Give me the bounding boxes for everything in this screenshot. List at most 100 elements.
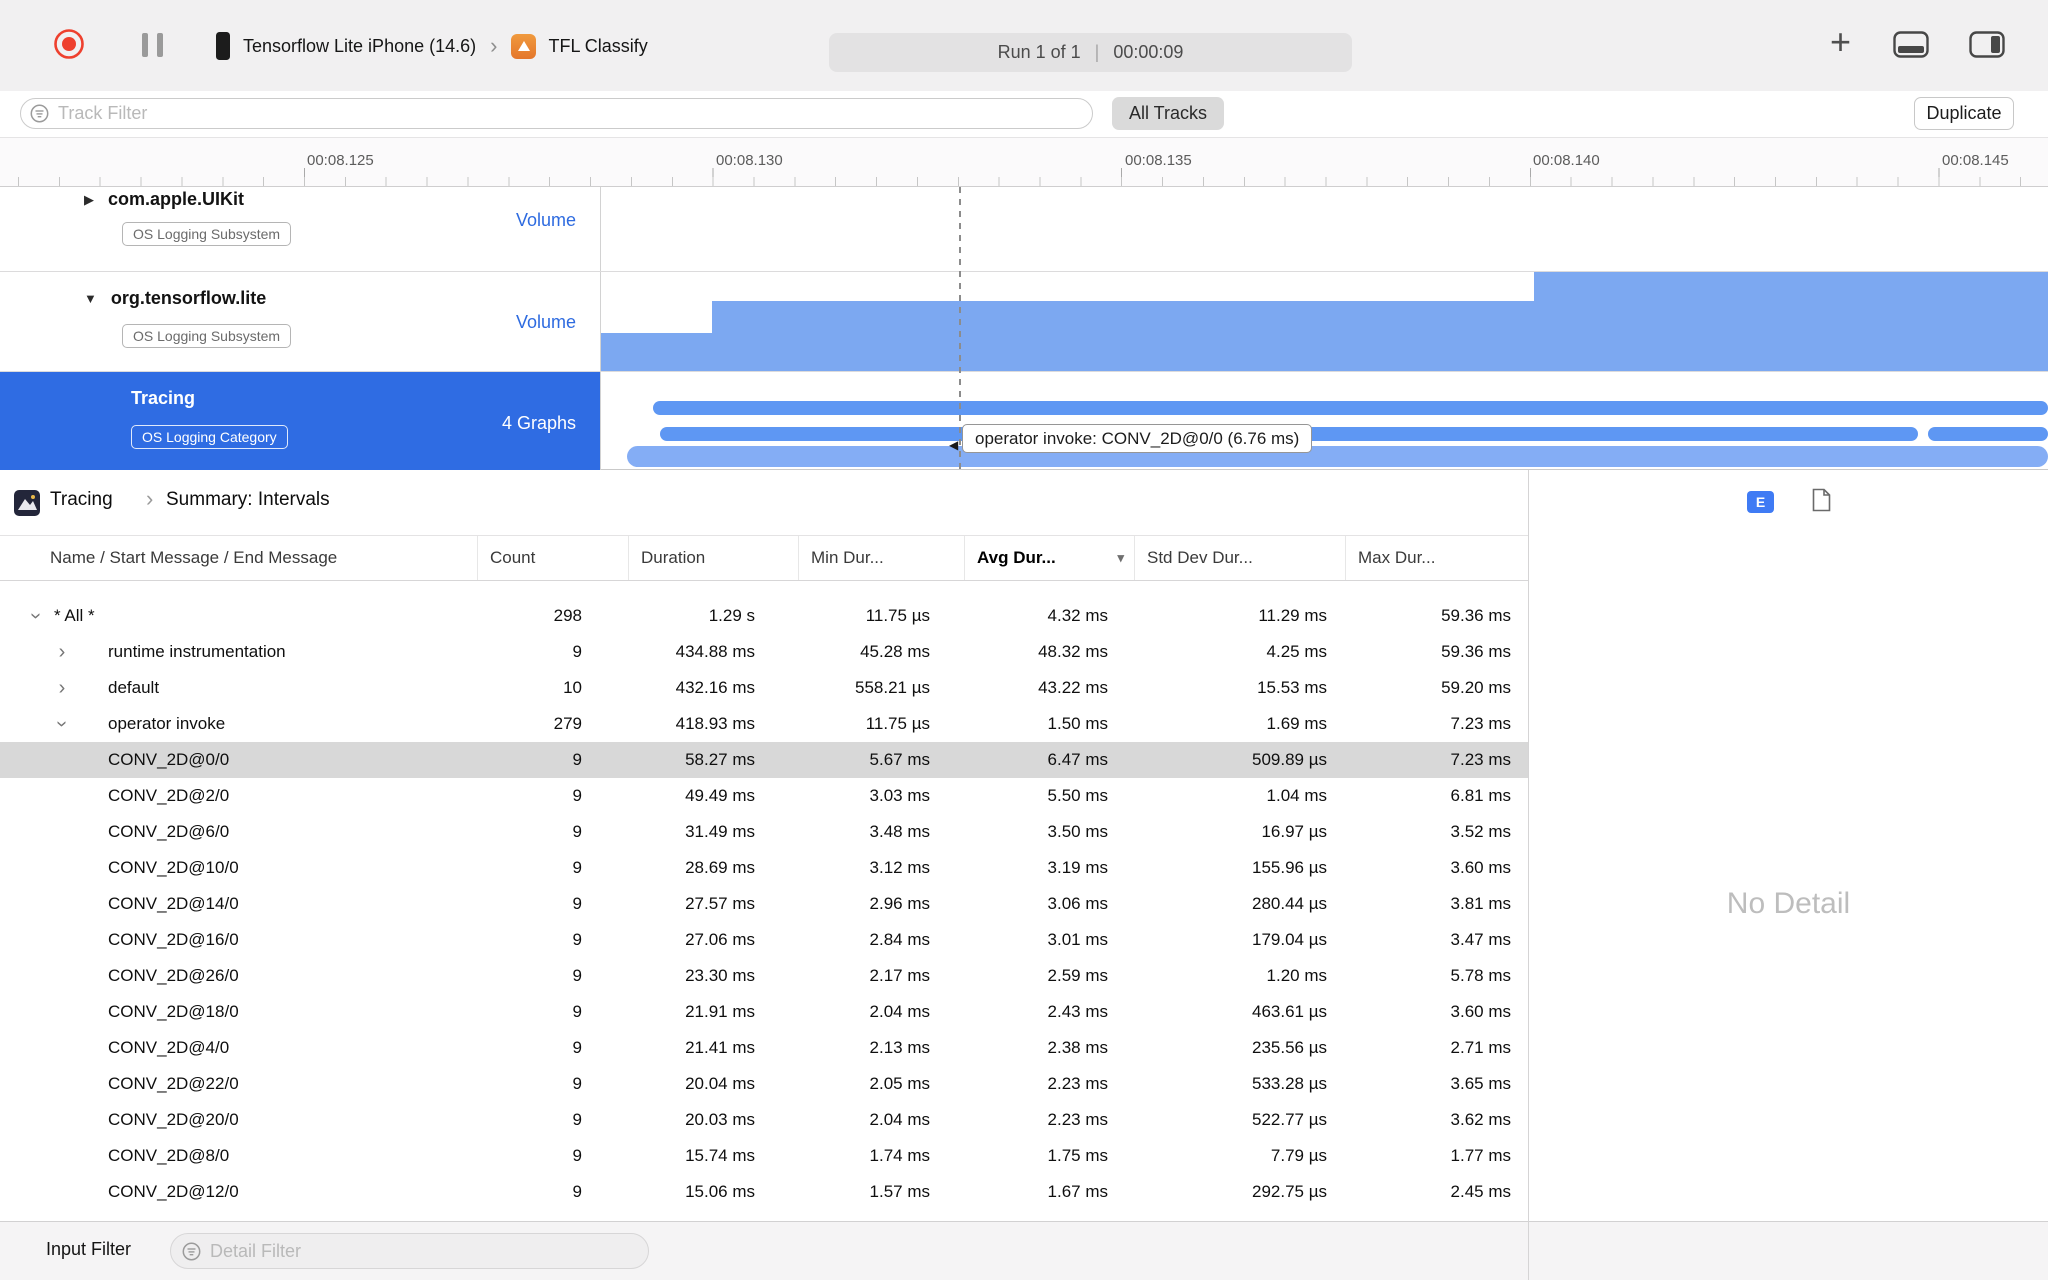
table-row[interactable]: ›CONV_2D@6/0931.49 ms3.48 ms3.50 ms16.97…	[0, 814, 1528, 850]
pause-icon	[157, 33, 163, 57]
row-value: 2.17 ms	[869, 966, 930, 985]
summary-breadcrumb-bar: Tracing › Summary: Intervals E	[0, 470, 2048, 535]
table-row[interactable]: ›CONV_2D@22/0920.04 ms2.05 ms2.23 ms533.…	[0, 1066, 1528, 1102]
column-header-avg[interactable]: Avg Dur... ▾	[964, 536, 1134, 580]
row-value: 49.49 ms	[685, 786, 755, 805]
row-name: CONV_2D@6/0	[108, 822, 230, 841]
row-value: 155.96 µs	[1251, 858, 1327, 877]
row-value: 3.47 ms	[1450, 930, 1511, 949]
disclosure-chevron-icon[interactable]: ›	[52, 678, 72, 698]
track-badge: OS Logging Subsystem	[122, 324, 292, 348]
row-value: 298	[553, 606, 582, 625]
column-header-duration[interactable]: Duration	[628, 536, 798, 580]
row-value: 3.19 ms	[1047, 858, 1108, 877]
ruler-label: 00:08.135	[1125, 152, 1192, 169]
table-row[interactable]: ›CONV_2D@26/0923.30 ms2.17 ms2.59 ms1.20…	[0, 958, 1528, 994]
table-row[interactable]: ›CONV_2D@8/0915.74 ms1.74 ms1.75 ms7.79 …	[0, 1138, 1528, 1174]
all-tracks-button[interactable]: All Tracks	[1112, 97, 1225, 130]
playhead-line[interactable]	[959, 187, 961, 469]
row-value: 2.45 ms	[1450, 1182, 1511, 1201]
row-value: 280.44 µs	[1251, 894, 1327, 913]
row-value: 2.43 ms	[1047, 1002, 1108, 1021]
row-value: 21.41 ms	[685, 1038, 755, 1057]
toggle-bottom-pane-button[interactable]	[1893, 31, 1929, 63]
chevron-right-icon: ›	[146, 486, 154, 511]
interval-bar[interactable]	[1928, 427, 2048, 441]
toggle-right-pane-button[interactable]	[1969, 31, 2005, 63]
table-row[interactable]: ›CONV_2D@16/0927.06 ms2.84 ms3.01 ms179.…	[0, 922, 1528, 958]
row-value: 59.36 ms	[1441, 606, 1511, 625]
duplicate-button[interactable]: Duplicate	[1914, 97, 2014, 130]
row-name: CONV_2D@26/0	[108, 966, 239, 985]
track-filter-input[interactable]: Track Filter	[20, 98, 1093, 129]
row-value: 292.75 µs	[1251, 1182, 1327, 1201]
row-value: 179.04 µs	[1251, 930, 1327, 949]
target-selector[interactable]: Tensorflow Lite iPhone (14.6) › TFL Clas…	[215, 28, 648, 64]
table-row[interactable]: › runtime instrumentation 9 434.88 ms 45.28 …	[0, 634, 1528, 670]
table-row[interactable]: › * All * 298 1.29 s 11.75 µs 4.32 ms 11.29 ms…	[0, 598, 1528, 634]
right-pane-icon	[1969, 31, 2005, 58]
track-row-uikit[interactable]: ▶ com.apple.UIKit OS Logging Subsystem V…	[0, 187, 2048, 272]
detail-filter-input[interactable]: Detail Filter	[170, 1233, 649, 1269]
table-row[interactable]: ›CONV_2D@2/0949.49 ms3.03 ms5.50 ms1.04 …	[0, 778, 1528, 814]
document-icon	[1812, 488, 1831, 512]
extended-detail-button[interactable]: E	[1747, 491, 1774, 513]
breadcrumb-current[interactable]: Summary: Intervals	[166, 489, 330, 511]
track-lane[interactable]	[601, 187, 2048, 271]
record-button[interactable]	[52, 27, 86, 61]
row-name: runtime instrumentation	[108, 642, 286, 661]
track-filter-bar: Track Filter All Tracks Duplicate	[0, 91, 2048, 137]
row-value: 2.59 ms	[1047, 966, 1108, 985]
table-row[interactable]: ›CONV_2D@0/0958.27 ms5.67 ms6.47 ms509.8…	[0, 742, 1528, 778]
add-instrument-button[interactable]: +	[1830, 21, 1851, 63]
row-value: 10	[563, 678, 582, 697]
row-value: 4.32 ms	[1047, 606, 1108, 625]
table-row[interactable]: ›CONV_2D@12/0915.06 ms1.57 ms1.67 ms292.…	[0, 1174, 1528, 1210]
row-value: 3.50 ms	[1047, 822, 1108, 841]
table-row[interactable]: ›CONV_2D@18/0921.91 ms2.04 ms2.43 ms463.…	[0, 994, 1528, 1030]
row-value: 1.75 ms	[1047, 1146, 1108, 1165]
table-row[interactable]: › operator invoke 279 418.93 ms 11.75 µs 1.50…	[0, 706, 1528, 742]
row-value: 463.61 µs	[1251, 1002, 1327, 1021]
column-header-name[interactable]: Name / Start Message / End Message	[0, 536, 477, 580]
pause-button[interactable]	[142, 33, 163, 57]
filter-icon	[182, 1242, 201, 1260]
pane-divider[interactable]	[1528, 470, 1529, 1280]
disclosure-collapsed-icon[interactable]: ▶	[84, 192, 94, 208]
disclosure-expanded-icon[interactable]: ▼	[84, 291, 97, 306]
row-value: 20.03 ms	[685, 1110, 755, 1129]
disclosure-chevron-icon[interactable]: ›	[25, 606, 47, 626]
column-header-stddev[interactable]: Std Dev Dur...	[1134, 536, 1345, 580]
disclosure-chevron-icon[interactable]: ›	[52, 642, 72, 662]
table-row[interactable]: › default 10 432.16 ms 558.21 µs 43.22 ms 15.5…	[0, 670, 1528, 706]
breadcrumb-root[interactable]: Tracing	[50, 489, 113, 511]
track-row-tracing[interactable]: Tracing OS Logging Category 4 Graphs ◀ o…	[0, 372, 2048, 470]
column-header-count[interactable]: Count	[477, 536, 628, 580]
column-header-max[interactable]: Max Dur...	[1345, 536, 1528, 580]
interval-bar[interactable]	[653, 401, 2048, 415]
row-value: 21.91 ms	[685, 1002, 755, 1021]
track-row-tensorflow[interactable]: ▼ org.tensorflow.lite OS Logging Subsyst…	[0, 272, 2048, 372]
interval-bar[interactable]	[627, 446, 2048, 467]
disclosure-chevron-icon[interactable]: ›	[51, 714, 73, 734]
track-header[interactable]: ▼ org.tensorflow.lite OS Logging Subsyst…	[0, 272, 601, 371]
interval-tooltip: ◀ operator invoke: CONV_2D@0/0 (6.76 ms)	[949, 424, 1313, 453]
track-header[interactable]: Tracing OS Logging Category 4 Graphs	[0, 372, 601, 470]
track-lane[interactable]	[601, 272, 2048, 371]
row-name: CONV_2D@8/0	[108, 1146, 230, 1165]
track-lane[interactable]: ◀ operator invoke: CONV_2D@0/0 (6.76 ms)	[601, 372, 2048, 470]
row-value: 3.60 ms	[1450, 1002, 1511, 1021]
document-button[interactable]	[1812, 488, 1831, 517]
track-header[interactable]: ▶ com.apple.UIKit OS Logging Subsystem V…	[0, 187, 601, 271]
ruler-label: 00:08.130	[716, 152, 783, 169]
timeline-ruler[interactable]: 00:08.125 00:08.130 00:08.135 00:08.140 …	[0, 137, 2048, 187]
row-value: 45.28 ms	[860, 642, 930, 661]
table-row[interactable]: ›CONV_2D@4/0921.41 ms2.13 ms2.38 ms235.5…	[0, 1030, 1528, 1066]
table-row[interactable]: ›CONV_2D@20/0920.03 ms2.04 ms2.23 ms522.…	[0, 1102, 1528, 1138]
track-meta: Volume	[515, 210, 576, 230]
table-row[interactable]: ›CONV_2D@10/0928.69 ms3.12 ms3.19 ms155.…	[0, 850, 1528, 886]
table-row[interactable]: ›CONV_2D@14/0927.57 ms2.96 ms3.06 ms280.…	[0, 886, 1528, 922]
row-value: 533.28 µs	[1251, 1074, 1327, 1093]
column-header-min[interactable]: Min Dur...	[798, 536, 964, 580]
row-value: 9	[572, 750, 582, 769]
